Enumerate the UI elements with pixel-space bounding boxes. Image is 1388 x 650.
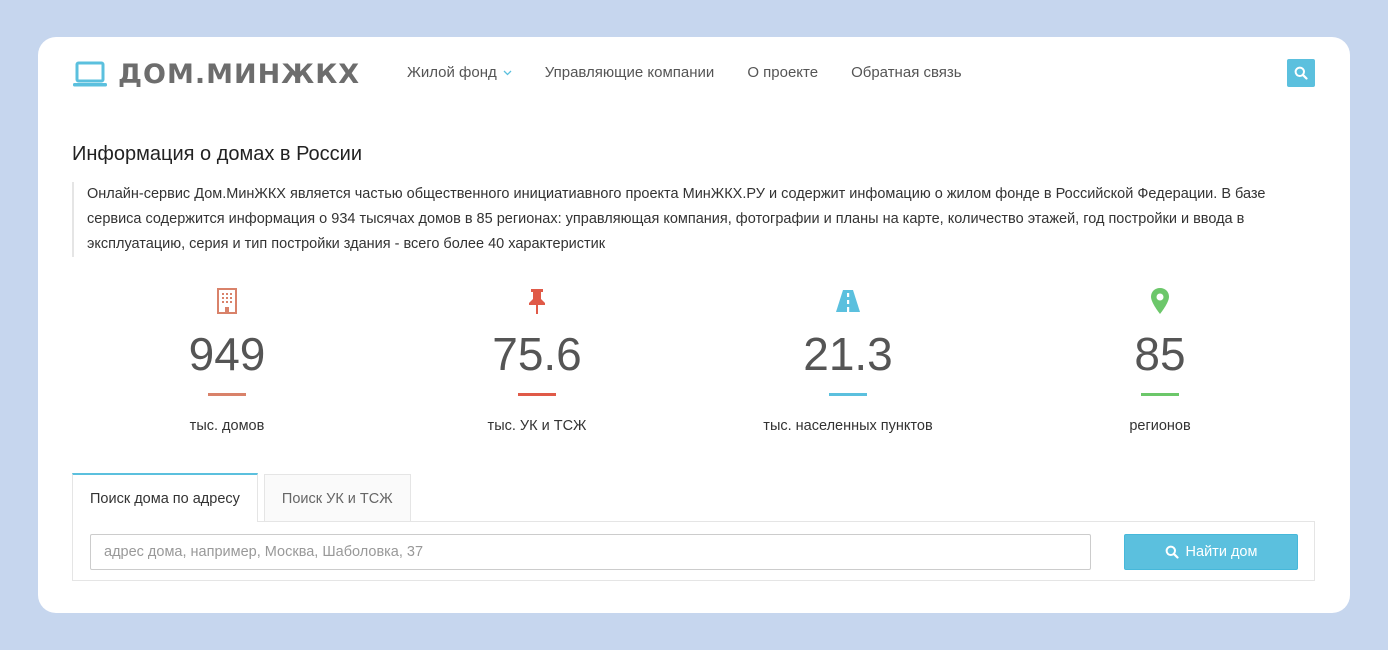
- stat-companies: 75.6 тыс. УК и ТСЖ: [417, 287, 657, 434]
- stat-divider: [1141, 393, 1179, 396]
- stat-label: тыс. домов: [189, 418, 265, 434]
- search-panel: Найти дом: [72, 521, 1315, 581]
- nav-item-label: Обратная связь: [851, 64, 962, 81]
- nav-item-about[interactable]: О проекте: [747, 64, 818, 81]
- stat-divider: [829, 393, 867, 396]
- map-marker-icon: [1151, 288, 1169, 314]
- laptop-icon: [73, 61, 107, 86]
- stat-divider: [518, 393, 556, 396]
- pushpin-icon: [529, 289, 545, 314]
- stat-label: тыс. УК и ТСЖ: [487, 418, 587, 434]
- site-logo[interactable]: ДОМ.МИНЖКХ: [72, 59, 360, 90]
- page-title: Информация о домах в России: [72, 143, 363, 165]
- stats-row: 949 тыс. домов 75.6 тыс. УК и ТСЖ 21.3 т…: [38, 287, 1350, 437]
- address-search-input[interactable]: [90, 534, 1091, 570]
- building-icon: [217, 288, 237, 314]
- stat-regions: 85 регионов: [1040, 287, 1280, 434]
- stat-label: тыс. населенных пунктов: [763, 418, 933, 434]
- nav-item-feedback[interactable]: Обратная связь: [851, 64, 962, 81]
- header-search-button[interactable]: [1287, 59, 1315, 87]
- page-card: ДОМ.МИНЖКХ Жилой фонд Управляющие компан…: [38, 37, 1350, 613]
- stat-value: 21.3: [803, 328, 893, 380]
- find-house-button[interactable]: Найти дом: [1124, 534, 1298, 570]
- road-icon: [836, 290, 860, 312]
- stat-value: 949: [188, 328, 266, 380]
- stat-value: 75.6: [492, 328, 582, 380]
- tab-company-search[interactable]: Поиск УК и ТСЖ: [263, 474, 411, 522]
- search-icon: [1294, 66, 1308, 80]
- stat-label: регионов: [1129, 418, 1191, 434]
- chevron-down-icon: [503, 70, 512, 75]
- stat-houses: 949 тыс. домов: [107, 287, 347, 434]
- nav-item-label: О проекте: [747, 64, 819, 81]
- logo-text: ДОМ.МИНЖКХ: [118, 59, 361, 90]
- tab-address-search[interactable]: Поиск дома по адресу: [72, 473, 258, 522]
- nav-item-label: Управляющие компании: [544, 64, 715, 81]
- find-house-button-label: Найти дом: [1185, 544, 1258, 560]
- stat-divider: [208, 393, 246, 396]
- nav-item-label: Жилой фонд: [407, 64, 497, 81]
- stat-value: 85: [1134, 328, 1186, 380]
- stat-settlements: 21.3 тыс. населенных пунктов: [728, 287, 968, 434]
- nav-item-management-companies[interactable]: Управляющие компании: [545, 64, 715, 81]
- intro-text: Онлайн-сервис Дом.МинЖКХ является частью…: [72, 182, 1317, 257]
- nav-item-housing[interactable]: Жилой фонд: [407, 64, 512, 81]
- search-tabs: Поиск дома по адресу Поиск УК и ТСЖ: [72, 473, 411, 522]
- search-icon: [1165, 545, 1179, 559]
- main-nav: Жилой фонд Управляющие компании О проект…: [407, 64, 995, 81]
